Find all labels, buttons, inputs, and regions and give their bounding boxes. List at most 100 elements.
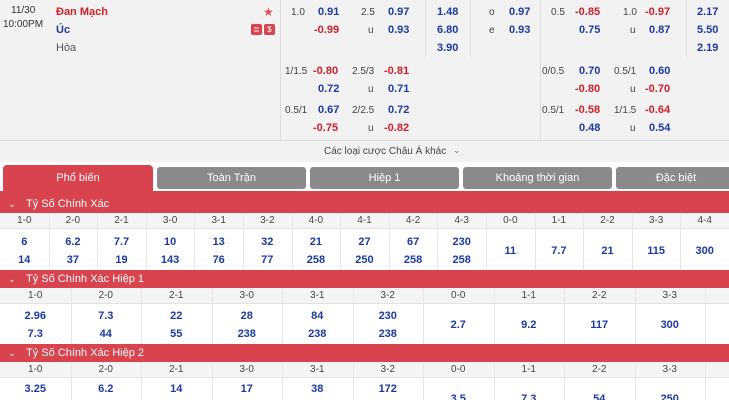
odd-odd[interactable]: 0.97 [509,6,530,18]
over-odd[interactable]: -0.97 [645,6,670,18]
score-odd[interactable]: 21 [583,245,632,257]
over-odd[interactable]: 0.60 [649,65,670,77]
score-odd-away[interactable]: 250 [340,254,389,266]
score-odd-home[interactable]: 28 [212,310,283,322]
score-odd-home[interactable]: 230 [353,310,424,322]
score-odd-away[interactable]: 19 [97,254,146,266]
score-odd[interactable]: 7.7 [535,245,584,257]
home-team-name[interactable]: Đan Mạch [56,6,108,18]
handicap-away-odd[interactable]: -0.80 [575,83,600,95]
under-odd[interactable]: 0.87 [649,24,670,36]
1x2-away-odd[interactable]: 6.80 [437,24,458,36]
score-odd-home[interactable]: 14 [141,383,212,395]
section-header-correct-score-h1[interactable]: ⌄ Tỷ Số Chính Xác Hiệp 1 [0,270,729,288]
score-odd[interactable]: 2.7 [423,319,494,331]
handicap-home-odd[interactable]: 0.67 [318,104,339,116]
score-odd[interactable]: 250 [635,393,706,400]
score-odd-home[interactable]: 6.2 [71,383,142,395]
score-odd-away[interactable]: 258 [389,254,438,266]
chevron-down-icon: ⌄ [8,274,16,284]
score-odd-home[interactable]: 10 [146,236,195,248]
score-odd-away[interactable]: 7.3 [0,328,71,340]
score-odd-home[interactable]: 6 [0,236,49,248]
away-team-name[interactable]: Úc [56,24,70,36]
score-odd-away[interactable]: 77 [243,254,292,266]
score-label: 3-2 [260,215,275,226]
1x2-home-odd[interactable]: 2.17 [697,6,718,18]
score-odd-home[interactable]: 3.25 [0,383,71,395]
score-odd-home[interactable]: 84 [282,310,353,322]
handicap-away-odd[interactable]: -0.75 [313,122,338,134]
tab-special[interactable]: Đặc biệt [616,167,729,189]
score-odd[interactable]: 300 [680,245,729,257]
score-odd-home[interactable]: 6.2 [49,236,98,248]
tab-popular[interactable]: Phổ biến [3,165,153,191]
score-odd-home[interactable]: 13 [194,236,243,248]
handicap-home-odd[interactable]: -0.80 [313,65,338,77]
under-odd[interactable]: 0.71 [388,83,409,95]
under-odd[interactable]: 0.93 [388,24,409,36]
score-odd-home[interactable]: 38 [282,383,353,395]
score-odd-away[interactable]: 143 [146,254,195,266]
score-odd-away[interactable]: 238 [353,328,424,340]
score-odd-home[interactable]: 7.3 [71,310,142,322]
dollar-icon[interactable]: $ [264,24,275,35]
1x2-home-odd[interactable]: 1.48 [437,6,458,18]
handicap-home-odd[interactable]: -0.58 [575,104,600,116]
score-odd[interactable]: 11 [486,245,535,257]
handicap-away-odd[interactable]: 0.75 [579,24,600,36]
score-odd-away[interactable]: 14 [0,254,49,266]
score-odd-away[interactable]: 238 [212,328,283,340]
score-odd-home[interactable]: 67 [389,236,438,248]
more-asian-bets-row[interactable]: Các loại cược Châu Á khác ⌄ [0,140,729,162]
over-odd[interactable]: -0.81 [384,65,409,77]
handicap-away-odd[interactable]: 0.72 [318,83,339,95]
score-odd-home[interactable]: 172 [353,383,424,395]
section-header-correct-score[interactable]: ⌄ Tỷ Số Chính Xác [0,195,729,213]
score-odd-away[interactable]: 37 [49,254,98,266]
handicap-home-odd[interactable]: 0.70 [579,65,600,77]
even-odd[interactable]: 0.93 [509,24,530,36]
handicap-away-odd[interactable]: -0.99 [314,24,339,36]
score-odd[interactable]: 3.5 [423,393,494,400]
stats-icon[interactable]: ≣ [251,24,262,35]
score-odd-home[interactable]: 230 [437,236,486,248]
1x2-draw-odd[interactable]: 2.19 [697,42,718,54]
score-odd-home[interactable]: 27 [340,236,389,248]
score-odd[interactable]: 300 [635,319,706,331]
under-odd[interactable]: 0.54 [649,122,670,134]
score-odd-home[interactable]: 32 [243,236,292,248]
score-odd-away[interactable]: 76 [194,254,243,266]
score-odd-home[interactable]: 22 [141,310,212,322]
score-odd-away[interactable]: 55 [141,328,212,340]
tab-first-half[interactable]: Hiệp 1 [310,167,459,189]
1x2-draw-odd[interactable]: 3.90 [437,42,458,54]
over-odd[interactable]: 0.97 [388,6,409,18]
score-odd[interactable]: 117 [564,319,635,331]
over-odd[interactable]: 0.72 [388,104,409,116]
score-odd-home[interactable]: 21 [292,236,341,248]
score-odd-away[interactable]: 258 [437,254,486,266]
score-odd-away[interactable]: 258 [292,254,341,266]
score-odd-home[interactable]: 7.7 [97,236,146,248]
score-odd-away[interactable]: 238 [282,328,353,340]
score-odd-away[interactable]: 44 [71,328,142,340]
section-header-correct-score-h2[interactable]: ⌄ Tỷ Số Chính Xác Hiệp 2 [0,344,729,362]
score-odd-home[interactable]: 17 [212,383,283,395]
score-odd[interactable]: 54 [564,393,635,400]
over-odd[interactable]: -0.64 [645,104,670,116]
tab-time-period[interactable]: Khoảng thời gian [463,167,612,189]
tab-full-match[interactable]: Toàn Trận [157,167,306,189]
handicap-away-odd[interactable]: 0.48 [579,122,600,134]
score-odd-home[interactable]: 2.96 [0,310,71,322]
star-icon[interactable]: ★ [263,5,274,19]
score-odd[interactable]: 9.2 [494,319,565,331]
1x2-away-odd[interactable]: 5.50 [697,24,718,36]
score-odd[interactable]: 7.3 [494,393,565,400]
under-odd[interactable]: -0.70 [645,83,670,95]
handicap-home-odd[interactable]: 0.91 [318,6,339,18]
handicap-home-odd[interactable]: -0.85 [575,6,600,18]
under-odd[interactable]: -0.82 [384,122,409,134]
score-label: 4-4 [697,215,712,226]
score-odd[interactable]: 115 [632,245,681,257]
